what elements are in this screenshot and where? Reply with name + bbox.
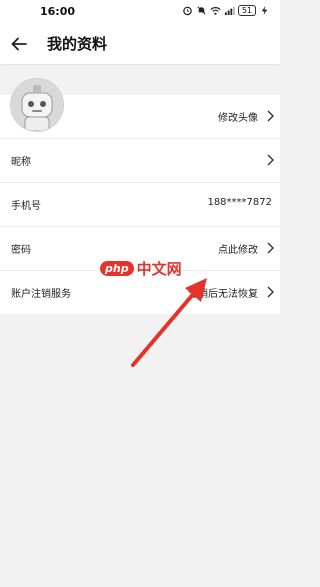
phone-value: 188****7872 [207, 197, 272, 208]
back-arrow-icon[interactable] [10, 35, 28, 53]
status-icons: 51 [182, 5, 270, 16]
password-label: 密码 [11, 245, 31, 256]
phone-label: 手机号 [11, 201, 41, 212]
password-value: 点此修改 [218, 245, 258, 256]
avatar[interactable] [10, 78, 64, 132]
wifi-icon [210, 7, 221, 15]
phone-row[interactable]: 手机号 188****7872 [0, 183, 280, 227]
robot-avatar-image [11, 79, 63, 131]
alarm-icon [183, 6, 192, 16]
page-header: 我的资料 [0, 24, 280, 64]
chevron-right-icon [267, 110, 274, 122]
chevron-right-icon [267, 242, 274, 254]
battery-indicator: 51 [237, 5, 256, 16]
nickname-row[interactable]: 昵称 [0, 139, 280, 183]
chevron-right-icon [267, 286, 274, 298]
annotation-arrow-icon [131, 278, 207, 367]
page-title: 我的资料 [47, 35, 108, 53]
mute-bell-icon [197, 6, 206, 15]
deregister-label: 账户注销服务 [11, 289, 71, 300]
chevron-right-icon [267, 154, 274, 166]
charging-icon [261, 5, 268, 16]
status-time: 16:00 [40, 5, 76, 18]
nickname-label: 昵称 [11, 157, 31, 168]
signal-icon [224, 6, 235, 16]
status-bar: 16:00 51 [0, 0, 280, 24]
avatar-row-value: 修改头像 [218, 113, 258, 124]
